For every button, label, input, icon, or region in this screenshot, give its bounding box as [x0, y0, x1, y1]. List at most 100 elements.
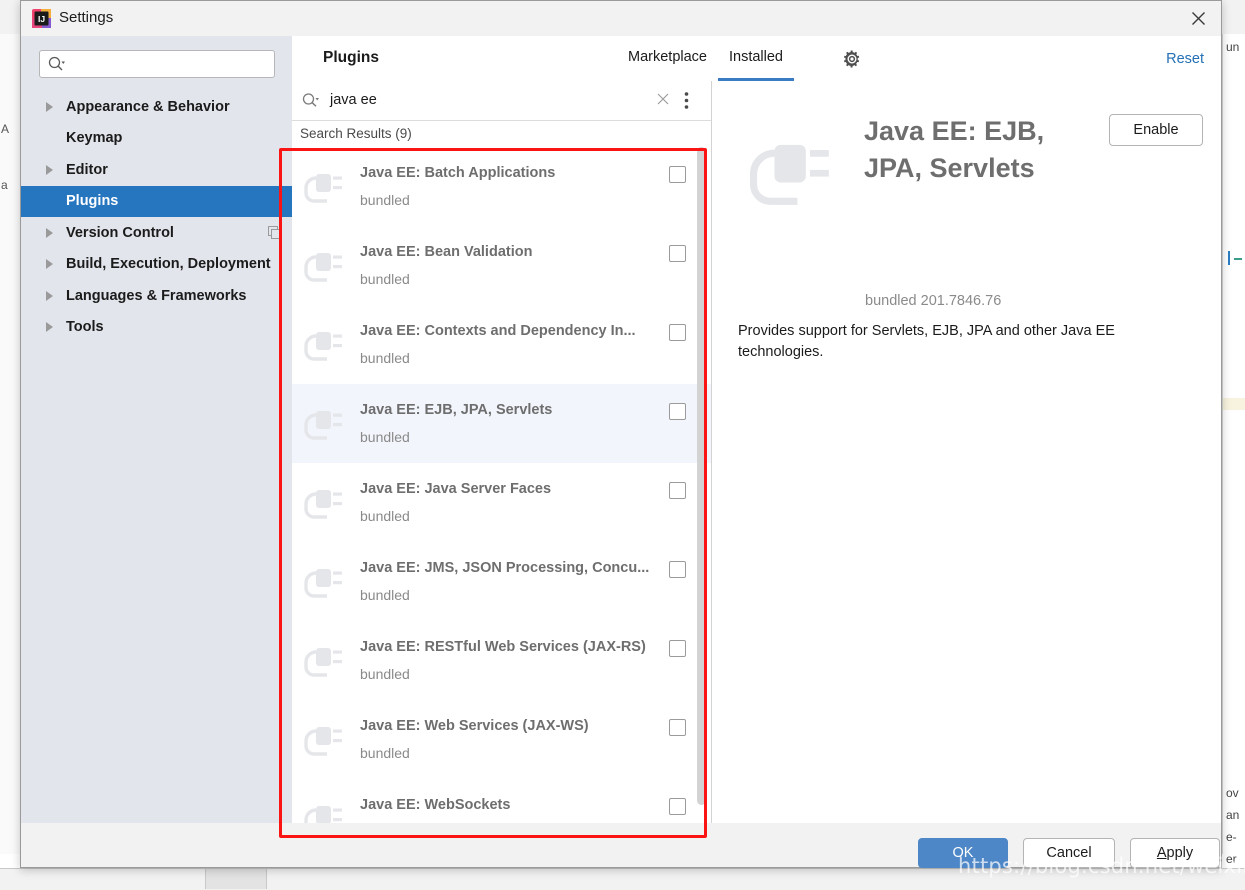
- list-item[interactable]: Java EE: JMS, JSON Processing, Concu... …: [292, 542, 711, 621]
- settings-search-input[interactable]: [39, 50, 275, 78]
- list-item[interactable]: Java EE: EJB, JPA, Servlets bundled: [292, 384, 711, 463]
- apply-label-rest: pply: [1167, 845, 1194, 861]
- background-left-text-1: a: [1, 178, 8, 192]
- plug-icon: [300, 639, 344, 683]
- gear-icon[interactable]: [841, 48, 863, 70]
- background-left-text-0: A: [1, 122, 9, 136]
- plugin-name: Java EE: JMS, JSON Processing, Concu...: [360, 560, 649, 576]
- apply-mnemonic: A: [1157, 845, 1167, 861]
- list-item[interactable]: Java EE: Web Services (JAX-WS) bundled: [292, 700, 711, 779]
- enable-button[interactable]: Enable: [1109, 114, 1203, 146]
- plug-icon: [741, 126, 833, 218]
- background-right-text-0: un: [1226, 40, 1239, 54]
- plugin-enable-checkbox[interactable]: [669, 640, 686, 657]
- ok-button[interactable]: OK: [918, 838, 1008, 868]
- plugin-name: Java EE: RESTful Web Services (JAX-RS): [360, 639, 646, 655]
- background-marker-tick: [1234, 258, 1242, 260]
- plugin-list-scrollbar[interactable]: [697, 147, 706, 805]
- sidebar-item-label: Build, Execution, Deployment: [66, 256, 271, 272]
- close-icon[interactable]: [1175, 1, 1221, 36]
- plugin-enable-checkbox[interactable]: [669, 798, 686, 815]
- list-item[interactable]: Java EE: Bean Validation bundled: [292, 226, 711, 305]
- plugins-content-panel: Plugins Marketplace Installed Reset: [292, 36, 1221, 823]
- sidebar-item-languages-frameworks[interactable]: Languages & Frameworks: [21, 280, 292, 312]
- background-right-text-1: ov: [1226, 786, 1239, 800]
- sidebar-item-label: Editor: [66, 162, 108, 178]
- plugin-status: bundled: [360, 429, 410, 445]
- plugin-search-value: java ee: [330, 92, 377, 108]
- sidebar-item-tools[interactable]: Tools: [21, 312, 292, 344]
- list-item[interactable]: Java EE: Contexts and Dependency In... b…: [292, 305, 711, 384]
- chevron-right-icon: [46, 102, 53, 112]
- plugin-name: Java EE: Web Services (JAX-WS): [360, 718, 589, 734]
- search-dropdown-icon: [302, 92, 320, 114]
- close-small-icon[interactable]: [656, 92, 670, 111]
- tab-marketplace[interactable]: Marketplace: [617, 36, 718, 81]
- sidebar-item-label: Tools: [66, 319, 104, 335]
- plugin-enable-checkbox[interactable]: [669, 245, 686, 262]
- settings-category-tree: Appearance & Behavior Keymap Editor Plug…: [21, 91, 292, 343]
- plug-icon: [300, 560, 344, 604]
- plugin-status: bundled: [360, 508, 410, 524]
- copy-icon: [268, 226, 282, 244]
- sidebar-item-appearance-behavior[interactable]: Appearance & Behavior: [21, 91, 292, 123]
- background-right-text-3: e-: [1226, 830, 1237, 844]
- background-right-text-2: an: [1226, 808, 1239, 822]
- plug-icon: [300, 323, 344, 367]
- plugin-enable-checkbox[interactable]: [669, 324, 686, 341]
- chevron-right-icon: [46, 322, 53, 332]
- dialog-titlebar: IJ Settings: [21, 1, 1221, 36]
- chevron-right-icon: [46, 291, 53, 301]
- plug-icon: [300, 481, 344, 525]
- plugin-detail-description: Provides support for Servlets, EJB, JPA …: [738, 321, 1168, 363]
- plugin-detail-version: bundled 201.7846.76: [865, 293, 1001, 309]
- plugin-enable-checkbox[interactable]: [669, 561, 686, 578]
- plugin-enable-checkbox[interactable]: [669, 719, 686, 736]
- list-item[interactable]: Java EE: RESTful Web Services (JAX-RS) b…: [292, 621, 711, 700]
- plugin-list[interactable]: Java EE: Batch Applications bundled Java…: [292, 147, 711, 823]
- plugin-name: Java EE: EJB, JPA, Servlets: [360, 402, 552, 418]
- tab-installed[interactable]: Installed: [718, 36, 794, 81]
- sidebar-item-label: Plugins: [66, 193, 118, 209]
- plug-icon: [300, 718, 344, 762]
- background-highlight-band: [1223, 398, 1245, 410]
- reset-link[interactable]: Reset: [1166, 51, 1204, 67]
- sidebar-item-keymap[interactable]: Keymap: [21, 123, 292, 155]
- chevron-right-icon: [46, 228, 53, 238]
- plugin-search-input[interactable]: java ee: [292, 81, 711, 121]
- plugin-status: bundled: [360, 745, 410, 761]
- plugin-enable-checkbox[interactable]: [669, 403, 686, 420]
- settings-sidebar: Appearance & Behavior Keymap Editor Plug…: [21, 36, 292, 823]
- dialog-title: Settings: [59, 9, 113, 26]
- plugins-header: Plugins Marketplace Installed Reset: [292, 36, 1221, 81]
- plug-icon: [300, 165, 344, 209]
- sidebar-item-version-control[interactable]: Version Control: [21, 217, 292, 249]
- cancel-button[interactable]: Cancel: [1023, 838, 1115, 868]
- search-results-header: Search Results (9): [292, 121, 711, 147]
- plugin-name: Java EE: Bean Validation: [360, 244, 532, 260]
- more-vertical-icon[interactable]: [684, 91, 689, 115]
- plugin-enable-checkbox[interactable]: [669, 166, 686, 183]
- plugin-name: Java EE: WebSockets: [360, 797, 510, 813]
- list-item[interactable]: Java EE: Batch Applications bundled: [292, 147, 711, 226]
- list-item[interactable]: Java EE: WebSockets: [292, 779, 711, 823]
- sidebar-item-plugins[interactable]: Plugins: [21, 186, 292, 218]
- plugin-name: Java EE: Java Server Faces: [360, 481, 551, 497]
- chevron-right-icon: [46, 259, 53, 269]
- sidebar-item-editor[interactable]: Editor: [21, 154, 292, 186]
- plugin-name: Java EE: Batch Applications: [360, 165, 555, 181]
- svg-text:IJ: IJ: [38, 14, 45, 24]
- background-caret: [1228, 251, 1230, 265]
- sidebar-item-label: Appearance & Behavior: [66, 99, 230, 115]
- sidebar-item-build-execution-deployment[interactable]: Build, Execution, Deployment: [21, 249, 292, 281]
- search-dropdown-icon: [48, 56, 66, 77]
- plugin-enable-checkbox[interactable]: [669, 482, 686, 499]
- plugin-status: bundled: [360, 587, 410, 603]
- apply-button[interactable]: Apply: [1130, 838, 1220, 868]
- plugin-detail-title: Java EE: EJB, JPA, Servlets: [864, 113, 1094, 187]
- intellij-idea-icon: IJ: [32, 9, 51, 28]
- sidebar-item-label: Languages & Frameworks: [66, 288, 247, 304]
- plugin-status: bundled: [360, 192, 410, 208]
- plugin-status: bundled: [360, 666, 410, 682]
- list-item[interactable]: Java EE: Java Server Faces bundled: [292, 463, 711, 542]
